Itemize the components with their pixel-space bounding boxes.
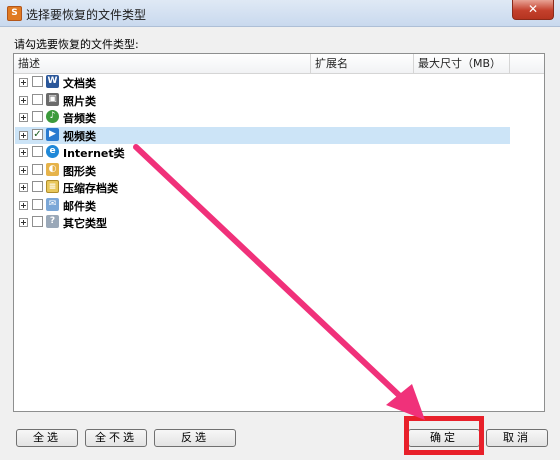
expand-icon[interactable] (19, 183, 28, 192)
row-checkbox[interactable]: ✓ (32, 128, 43, 140)
invert-selection-button[interactable]: 反选 (154, 429, 236, 447)
tree-row[interactable]: ♪ 音频类 (15, 109, 510, 126)
photo-icon: ▣ (46, 92, 59, 106)
internet-explorer-icon: e (46, 145, 59, 158)
image-icon: ◐ (46, 162, 59, 176)
row-checkbox[interactable] (32, 181, 43, 192)
row-checkbox[interactable] (32, 76, 43, 87)
row-label: 邮件类 (63, 199, 96, 213)
tree-row[interactable]: ▣ 照片类 (15, 92, 510, 109)
expand-icon[interactable] (19, 113, 28, 122)
close-button[interactable]: ✕ (512, 0, 554, 20)
tree-row[interactable]: ✉ 邮件类 (15, 197, 510, 214)
row-label: Internet类 (63, 147, 125, 160)
video-icon: ▶ (46, 127, 59, 141)
tree-row[interactable]: e Internet类 (15, 144, 510, 161)
title-bar: S 选择要恢复的文件类型 ✕ (0, 0, 560, 27)
row-label: 音频类 (63, 112, 96, 125)
app-icon: S (7, 6, 22, 21)
file-type-list[interactable]: 描述 扩展名 最大尺寸（MB） W 文档类 ▣ 照片类 ♪ 音频类 ✓ ▶ 视频类 e Intern… (13, 53, 545, 412)
expand-icon[interactable] (19, 148, 28, 157)
row-label: 其它类型 (63, 217, 107, 230)
row-checkbox[interactable] (32, 93, 43, 105)
expand-icon[interactable] (19, 130, 28, 140)
row-label: 图形类 (63, 164, 96, 178)
row-label: 视频类 (63, 129, 96, 143)
archive-icon: ≡ (46, 180, 59, 193)
expand-icon[interactable] (19, 200, 28, 210)
row-checkbox[interactable] (32, 216, 43, 227)
window-title: 选择要恢复的文件类型 (26, 8, 147, 22)
row-checkbox[interactable] (32, 146, 43, 157)
select-all-button[interactable]: 全选 (16, 429, 78, 447)
expand-icon[interactable] (19, 78, 28, 87)
instruction-label: 请勾选要恢复的文件类型: (14, 38, 139, 51)
tree-row[interactable]: ◐ 图形类 (15, 162, 510, 179)
mail-icon: ✉ (46, 197, 59, 211)
tree-row[interactable]: ✓ ▶ 视频类 (15, 126, 510, 144)
column-header-max-size[interactable]: 最大尺寸（MB） (414, 54, 510, 73)
tree-row[interactable]: W 文档类 (15, 74, 510, 91)
column-header-description[interactable]: 描述 (14, 54, 311, 73)
select-none-button[interactable]: 全不选 (85, 429, 147, 447)
row-checkbox[interactable] (32, 163, 43, 175)
audio-icon: ♪ (46, 110, 59, 123)
document-icon: W (46, 75, 59, 88)
row-label: 压缩存档类 (63, 182, 118, 195)
tree-row[interactable]: ? 其它类型 (15, 214, 510, 231)
cancel-button[interactable]: 取消 (486, 429, 548, 447)
row-label: 照片类 (63, 94, 96, 108)
expand-icon[interactable] (19, 218, 28, 227)
expand-icon[interactable] (19, 165, 28, 175)
other-file-icon: ? (46, 215, 59, 228)
tree-row[interactable]: ≡ 压缩存档类 (15, 179, 510, 196)
column-header-extension[interactable]: 扩展名 (311, 54, 414, 73)
ok-button[interactable]: 确定 (408, 429, 480, 447)
row-label: 文档类 (63, 77, 96, 90)
row-checkbox[interactable] (32, 111, 43, 122)
row-checkbox[interactable] (32, 198, 43, 210)
expand-icon[interactable] (19, 95, 28, 105)
list-header: 描述 扩展名 最大尺寸（MB） (14, 54, 544, 74)
